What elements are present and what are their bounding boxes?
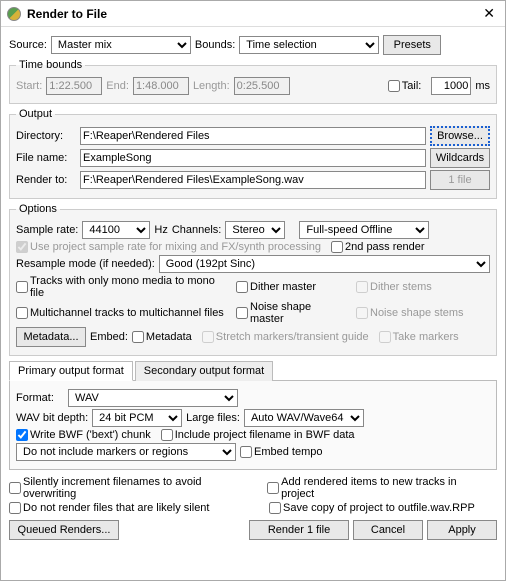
take-markers-label: Take markers	[393, 331, 459, 343]
embed-label: Embed:	[90, 331, 128, 343]
browse-button[interactable]: Browse...	[430, 126, 490, 146]
use-project-sr-checkbox	[16, 241, 28, 253]
renderto-label: Render to:	[16, 174, 76, 186]
render-button[interactable]: Render 1 file	[249, 520, 349, 540]
dither-stems-label: Dither stems	[370, 281, 432, 293]
window-title: Render to File	[27, 7, 479, 21]
samplerate-select[interactable]: 44100	[82, 221, 150, 239]
metadata-button[interactable]: Metadata...	[16, 327, 86, 347]
silent-increment-checkbox[interactable]	[9, 482, 21, 494]
dither-stems-checkbox	[356, 281, 368, 293]
stretch-markers-label: Stretch markers/transient guide	[216, 331, 369, 343]
time-bounds-legend: Time bounds	[16, 59, 85, 71]
cancel-button[interactable]: Cancel	[353, 520, 423, 540]
add-items-label: Add rendered items to new tracks in proj…	[281, 476, 491, 500]
output-legend: Output	[16, 108, 55, 120]
bitdepth-select[interactable]: 24 bit PCM	[92, 409, 182, 427]
wildcards-button[interactable]: Wildcards	[430, 148, 490, 168]
bitdepth-label: WAV bit depth:	[16, 412, 88, 424]
silent-increment-label: Silently increment filenames to avoid ov…	[23, 476, 257, 500]
samplerate-label: Sample rate:	[16, 224, 78, 236]
apply-button[interactable]: Apply	[427, 520, 497, 540]
stretch-markers-checkbox	[202, 331, 214, 343]
second-pass-checkbox[interactable]	[331, 241, 343, 253]
embed-tempo-checkbox[interactable]	[240, 446, 252, 458]
large-files-select[interactable]: Auto WAV/Wave64	[244, 409, 364, 427]
app-icon	[7, 7, 21, 21]
filename-label: File name:	[16, 152, 76, 164]
resample-label: Resample mode (if needed):	[16, 258, 155, 270]
directory-field[interactable]	[80, 127, 426, 145]
no-silent-checkbox[interactable]	[9, 502, 21, 514]
save-copy-checkbox[interactable]	[269, 502, 281, 514]
dither-master-label: Dither master	[250, 281, 316, 293]
time-bounds-group: Time bounds Start: End: Length: Tail: ms	[9, 59, 497, 104]
multichannel-label: Multichannel tracks to multichannel file…	[30, 307, 224, 319]
hz-label: Hz	[154, 224, 167, 236]
write-bwf-label: Write BWF ('bext') chunk	[30, 429, 151, 441]
file-count-button: 1 file	[430, 170, 490, 190]
end-label: End:	[106, 80, 129, 92]
markers-select[interactable]: Do not include markers or regions	[16, 443, 236, 461]
dither-master-checkbox[interactable]	[236, 281, 248, 293]
mono-tracks-label: Tracks with only mono media to mono file	[30, 275, 226, 299]
add-items-checkbox[interactable]	[267, 482, 279, 494]
format-select[interactable]: WAV	[68, 389, 238, 407]
channels-select[interactable]: Stereo	[225, 221, 285, 239]
directory-label: Directory:	[16, 130, 76, 142]
end-field	[133, 77, 189, 95]
resample-select[interactable]: Good (192pt Sinc)	[159, 255, 490, 273]
format-tabs: Primary output format Secondary output f…	[9, 360, 497, 381]
renderto-field[interactable]	[80, 171, 426, 189]
queued-renders-button[interactable]: Queued Renders...	[9, 520, 119, 540]
save-copy-label: Save copy of project to outfile.wav.RPP	[283, 502, 475, 514]
embed-metadata-label: Metadata	[146, 331, 192, 343]
output-group: Output Directory: Browse... File name: W…	[9, 108, 497, 199]
length-field	[234, 77, 290, 95]
render-dialog: Render to File ✕ Source: Master mix Boun…	[0, 0, 506, 581]
close-icon[interactable]: ✕	[479, 5, 499, 22]
tail-field[interactable]	[431, 77, 471, 95]
noise-master-checkbox[interactable]	[236, 307, 248, 319]
options-group: Options Sample rate: 44100 Hz Channels: …	[9, 203, 497, 356]
options-legend: Options	[16, 203, 60, 215]
no-silent-label: Do not render files that are likely sile…	[23, 502, 209, 514]
large-files-label: Large files:	[186, 412, 240, 424]
tab-primary-format[interactable]: Primary output format	[9, 361, 133, 381]
channels-label: Channels:	[172, 224, 222, 236]
tail-units: ms	[475, 80, 490, 92]
include-filename-checkbox[interactable]	[161, 429, 173, 441]
noise-stems-checkbox	[356, 307, 368, 319]
source-select[interactable]: Master mix	[51, 36, 191, 54]
embed-metadata-checkbox[interactable]	[132, 331, 144, 343]
include-filename-label: Include project filename in BWF data	[175, 429, 355, 441]
start-field	[46, 77, 102, 95]
title-bar: Render to File ✕	[1, 1, 505, 27]
bounds-select[interactable]: Time selection	[239, 36, 379, 54]
content-area: Source: Master mix Bounds: Time selectio…	[1, 27, 505, 580]
noise-stems-label: Noise shape stems	[370, 307, 464, 319]
length-label: Length:	[193, 80, 230, 92]
start-label: Start:	[16, 80, 42, 92]
filename-field[interactable]	[80, 149, 426, 167]
multichannel-checkbox[interactable]	[16, 307, 28, 319]
take-markers-checkbox	[379, 331, 391, 343]
format-label: Format:	[16, 392, 64, 404]
tail-checkbox[interactable]	[388, 80, 400, 92]
noise-master-label: Noise shape master	[250, 301, 346, 325]
tail-label: Tail:	[402, 80, 422, 92]
second-pass-label: 2nd pass render	[345, 241, 425, 253]
bounds-label: Bounds:	[195, 39, 235, 51]
write-bwf-checkbox[interactable]	[16, 429, 28, 441]
presets-button[interactable]: Presets	[383, 35, 441, 55]
use-project-sr-label: Use project sample rate for mixing and F…	[30, 241, 321, 253]
speed-select[interactable]: Full-speed Offline	[299, 221, 429, 239]
tab-secondary-format[interactable]: Secondary output format	[135, 361, 273, 381]
embed-tempo-label: Embed tempo	[254, 446, 322, 458]
primary-format-panel: Format: WAV WAV bit depth: 24 bit PCM La…	[9, 381, 497, 470]
source-label: Source:	[9, 39, 47, 51]
mono-tracks-checkbox[interactable]	[16, 281, 28, 293]
